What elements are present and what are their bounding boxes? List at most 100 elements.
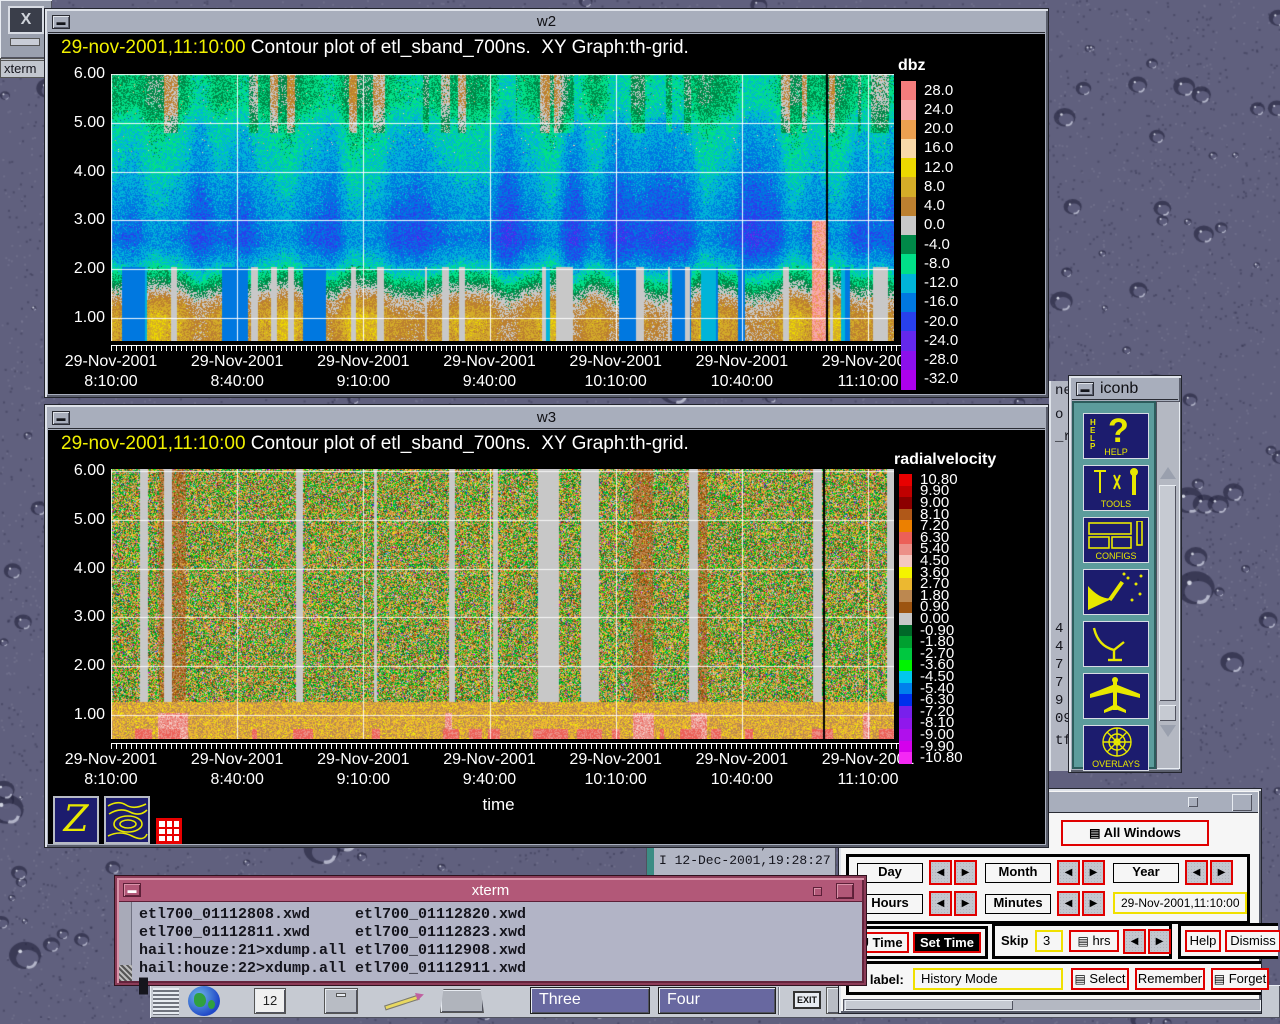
iconbar-scrollbar[interactable] [1156, 401, 1180, 769]
xterm-minimize-icon[interactable]: ▬ [123, 883, 141, 897]
w2-colorbar-segment [901, 177, 916, 197]
iconbar-button-radar[interactable] [1083, 569, 1149, 615]
iconbar-button-aircraft[interactable] [1083, 673, 1149, 719]
iconbar-button-overlays[interactable]: OVERLAYS [1083, 725, 1149, 771]
w3-titlebar[interactable]: ▬ w3 [48, 408, 1045, 429]
zebra-logo-icon[interactable]: Z [53, 796, 99, 844]
w3-x-tick-date: 29-Nov-2001 [305, 751, 421, 769]
w2-colorbar-segment [901, 370, 916, 390]
contour-plot-icon[interactable] [104, 796, 150, 844]
xterm-maximize-icon[interactable] [836, 883, 854, 899]
skip-value-field[interactable]: 3 [1035, 930, 1063, 952]
w3-colorbar-segment [899, 625, 912, 637]
w2-minimize-icon[interactable]: ▬ [52, 15, 70, 29]
w3-colorbar-segment [899, 660, 912, 672]
iconbar-minimize-icon[interactable]: ▬ [1076, 382, 1094, 396]
scroll-down-icon[interactable] [1160, 725, 1176, 737]
menu-doc-icon: ▤ [1074, 974, 1085, 984]
select-button[interactable]: ▤ Select [1071, 968, 1129, 990]
w3-colorbar-segment [899, 474, 912, 486]
w3-colorbar-label: -10.80 [920, 750, 963, 765]
w3-x-tick-date: 29-Nov-2001 [684, 751, 800, 769]
hours-next-button[interactable]: ▶ [954, 891, 977, 916]
w2-content: 29-nov-2001,11:10:00 Contour plot of etl… [48, 34, 1045, 394]
log-line: I 12-Dec-2001,19:28:27 [659, 853, 831, 869]
datetime-group: Day ◀ ▶ Month ◀ ▶ Year ◀ ▶ Hours ◀ ▶ Min… [846, 854, 1250, 924]
menu-doc-icon: ▤ [1077, 936, 1088, 946]
w3-colorbar-segment [899, 486, 912, 498]
xterm-scrollbar[interactable] [119, 902, 132, 981]
w2-y-tick-label: 2.00 [48, 260, 105, 278]
year-button[interactable]: Year [1113, 863, 1179, 883]
w3-colorbar-segment [899, 497, 912, 509]
w3-y-tick-label: 5.00 [48, 511, 105, 529]
year-prev-button[interactable]: ◀ [1185, 860, 1208, 885]
iconbar-button-configs[interactable]: CONFIGS [1083, 517, 1149, 563]
w3-x-tick-date: 29-Nov-2001 [53, 751, 169, 769]
w3-y-tick-label: 3.00 [48, 608, 105, 626]
terminal-cursor[interactable]: █ [139, 978, 860, 996]
w3-colorbar-segment [899, 578, 912, 590]
w3-x-tick-time: 8:10:00 [66, 771, 156, 789]
hscrollbar-thumb[interactable] [845, 1000, 1013, 1010]
all-windows-button[interactable]: ▤ All Windows [1061, 820, 1209, 846]
titlebar-dot-icon[interactable] [1188, 797, 1198, 807]
help-button[interactable]: Help [1185, 930, 1221, 952]
iconbar-button-help[interactable]: HELP?HELP [1083, 413, 1149, 459]
grid-tool-icon[interactable] [156, 818, 182, 844]
iconbar-button-antenna[interactable] [1083, 621, 1149, 667]
skip-forward-button[interactable]: ▶ [1148, 929, 1171, 954]
set-time-button[interactable]: Set Time [913, 932, 981, 953]
iconbar-button-tools[interactable]: TOOLS [1083, 465, 1149, 511]
minutes-next-button[interactable]: ▶ [1082, 891, 1105, 916]
minutes-prev-button[interactable]: ◀ [1057, 891, 1080, 916]
sliver-text-fragment: 4 [1055, 639, 1063, 655]
day-prev-button[interactable]: ◀ [929, 860, 952, 885]
w2-colorbar-segment [901, 331, 916, 351]
w2-colorbar-segment [901, 197, 916, 217]
w3-minimize-icon[interactable]: ▬ [52, 411, 70, 425]
skip-label: Skip [1001, 933, 1028, 948]
xterm-titlebar[interactable]: ▬ xterm [119, 880, 862, 902]
w3-colorbar-segment [899, 729, 912, 741]
scroll-up-icon[interactable] [1160, 467, 1176, 479]
xterm-dot-icon[interactable] [813, 887, 822, 896]
xterm-terminal[interactable]: etl700_01112808.xwd etl700_01112820.xwde… [139, 906, 860, 981]
day-button[interactable]: Day [857, 863, 923, 883]
w2-titlebar[interactable]: ▬ w2 [48, 12, 1045, 33]
w2-colorbar-segment [901, 100, 916, 120]
w3-x-tick-date: 29-Nov-2001 [558, 751, 674, 769]
forget-button[interactable]: ▤ Forget [1211, 968, 1269, 990]
maximize-icon[interactable] [1232, 794, 1252, 811]
w3-x-tick-time: 9:40:00 [445, 771, 535, 789]
w2-colorbar-label: 24.0 [924, 102, 953, 117]
month-button[interactable]: Month [985, 863, 1051, 883]
skip-back-button[interactable]: ◀ [1123, 929, 1146, 954]
scrollbar-thumb[interactable] [1159, 485, 1176, 701]
skip-units-button[interactable]: ▤ hrs [1069, 930, 1119, 952]
menu-doc-icon: ▤ [1214, 974, 1225, 984]
time-value-field[interactable]: 29-Nov-2001,11:10:00 [1113, 892, 1247, 914]
hours-prev-button[interactable]: ◀ [929, 891, 952, 916]
w2-x-tick-date: 29-Nov-2001 [558, 353, 674, 371]
iconbar-button-tools-label: TOOLS [1084, 499, 1148, 509]
w2-plot-canvas[interactable] [111, 74, 894, 341]
dismiss-button[interactable]: Dismiss [1225, 930, 1280, 952]
remember-button[interactable]: Remember [1135, 968, 1205, 990]
w2-x-tick-time: 10:40:00 [697, 373, 787, 391]
month-prev-button[interactable]: ◀ [1057, 860, 1080, 885]
month-next-button[interactable]: ▶ [1082, 860, 1105, 885]
label-value-field[interactable]: History Mode [913, 968, 1063, 990]
minutes-button[interactable]: Minutes [985, 894, 1051, 914]
w3-colorbar-segment [899, 544, 912, 556]
day-next-button[interactable]: ▶ [954, 860, 977, 885]
iconbar-titlebar[interactable]: ▬ iconb [1072, 379, 1178, 400]
year-next-button[interactable]: ▶ [1210, 860, 1233, 885]
w3-plot-canvas[interactable] [111, 469, 894, 739]
time-control-hscrollbar[interactable] [843, 999, 1261, 1011]
w2-x-tick-time: 8:10:00 [66, 373, 156, 391]
skip-group: Skip 3 ▤ hrs ◀ ▶ [992, 923, 1172, 959]
iconbar-button-help-label: HELP [1084, 447, 1148, 457]
hours-button[interactable]: Hours [857, 894, 923, 914]
w3-x-tick-time: 9:10:00 [318, 771, 408, 789]
